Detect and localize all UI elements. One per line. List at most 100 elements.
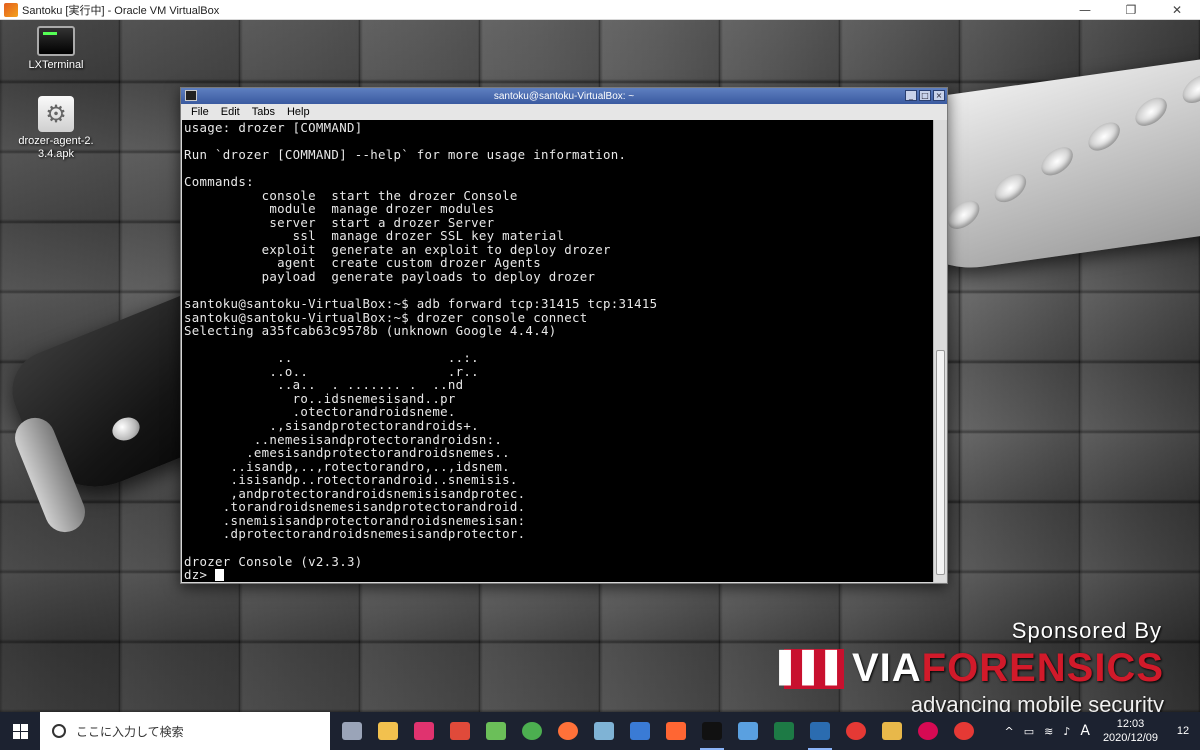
notification-center-button[interactable]: 12	[1166, 712, 1200, 750]
terminal-line: .torandroidsnemesisandprotectorandroid.	[184, 499, 526, 515]
terminal-titlebar[interactable]: santoku@santoku-VirtualBox: ~ _ □ ×	[181, 88, 947, 104]
notes-icon	[594, 722, 614, 740]
taskbar-search-box[interactable]: ここに入力して検索	[40, 712, 330, 750]
terminal-menubar: File Edit Tabs Help	[181, 104, 947, 120]
vbox-window-controls: — ❐ ✕	[1062, 0, 1200, 20]
sponsor-banner: Sponsored By ▌▌▌ VIA FORENSICS advancing …	[779, 618, 1164, 712]
app-oo-taskbar-button[interactable]	[946, 712, 982, 750]
terminal-line: ..o.. .r..	[184, 363, 479, 379]
minimize-button[interactable]: —	[1062, 0, 1108, 20]
chrome-taskbar-button[interactable]	[514, 712, 550, 750]
terminal-line: Selecting a35fcab63c9578b (unknown Googl…	[184, 323, 557, 339]
tray-chevron-icon[interactable]: ^	[999, 725, 1018, 738]
task-view-taskbar-button[interactable]	[334, 712, 370, 750]
restore-button[interactable]: ❐	[1108, 0, 1154, 20]
close-button[interactable]: ✕	[1154, 0, 1200, 20]
terminal-line: santoku@santoku-VirtualBox:~$ adb forwar…	[184, 296, 658, 312]
terminal-line: ro..idsnemesisand..pr	[184, 390, 456, 406]
wireshark-taskbar-button[interactable]	[622, 712, 658, 750]
terminal-title: santoku@santoku-VirtualBox: ~	[493, 90, 635, 102]
battery-icon[interactable]: ▭	[1019, 725, 1039, 738]
apk-gear-icon: ⚙	[38, 96, 74, 132]
app-red-sync-taskbar-button[interactable]	[442, 712, 478, 750]
app-red-circle-icon	[846, 722, 866, 740]
viaforensics-logo-icon: ▌▌▌	[779, 648, 849, 689]
terminal-line: ssl manage drozer SSL key material	[184, 228, 565, 244]
burp-taskbar-button[interactable]	[658, 712, 694, 750]
terminal-line: .. ..:.	[184, 350, 479, 366]
terminal-line: usage: drozer [COMMAND]	[184, 120, 363, 135]
vbox-titlebar: Santoku [実行中] - Oracle VM VirtualBox — ❐…	[0, 0, 1200, 20]
terminal-line: console start the drozer Console	[184, 187, 518, 203]
desktop-icon-lxterminal[interactable]: LXTerminal	[16, 26, 96, 72]
terminal-scrollbar[interactable]	[933, 120, 946, 582]
terminal-line: santoku@santoku-VirtualBox:~$ drozer con…	[184, 309, 588, 325]
terminal-prompt: dz>	[184, 567, 216, 582]
terminal-minimize-button[interactable]: _	[905, 90, 917, 101]
terminal-cursor	[215, 569, 225, 582]
start-button[interactable]	[0, 712, 40, 750]
burp-icon	[666, 722, 686, 740]
menu-file[interactable]: File	[185, 106, 215, 118]
terminal-line: ,andprotectorandroidsnemisisandprotec.	[184, 485, 526, 501]
terminal-text: usage: drozer [COMMAND] Run `drozer [COM…	[182, 120, 934, 582]
system-tray: ^ ▭ ≋ ♪ A 12:03 2020/12/09 12	[999, 712, 1200, 750]
brand-forensics: FORENSICS	[921, 646, 1164, 690]
firefox-taskbar-button[interactable]	[550, 712, 586, 750]
menu-help[interactable]: Help	[281, 106, 316, 118]
windows-taskbar: ここに入力して検索 ^ ▭ ≋ ♪ A 12:03 2020/12/09 12	[0, 712, 1200, 750]
terminal-close-button[interactable]: ×	[933, 90, 945, 101]
debian-taskbar-button[interactable]	[910, 712, 946, 750]
menu-tabs[interactable]: Tabs	[246, 106, 281, 118]
notification-count: 12	[1176, 725, 1190, 737]
desktop-icon-drozer-apk[interactable]: ⚙ drozer-agent-2.3.4.apk	[16, 96, 96, 161]
virtualbox-taskbar-button[interactable]	[802, 712, 838, 750]
desktop-icon-label: LXTerminal	[28, 59, 84, 71]
notes-taskbar-button[interactable]	[586, 712, 622, 750]
menu-edit[interactable]: Edit	[215, 106, 246, 118]
file-explorer-taskbar-button[interactable]	[370, 712, 406, 750]
firefox-icon	[558, 722, 578, 740]
terminal-line: .dprotectorandroidsnemesisandprotector.	[184, 526, 526, 542]
terminal-line: .,sisandprotectorandroids+.	[184, 418, 479, 434]
virtualbox-icon	[4, 2, 18, 17]
app-oo-icon	[954, 722, 974, 740]
terminal-line: exploit generate an exploit to deploy dr…	[184, 241, 611, 257]
ime-indicator[interactable]: A	[1075, 723, 1095, 739]
wifi-icon[interactable]: ≋	[1039, 725, 1058, 738]
terminal-line: payload generate payloads to deploy droz…	[184, 269, 596, 285]
terminal-line: agent create custom drozer Agents	[184, 255, 541, 271]
task-view-icon	[342, 722, 362, 740]
terminal-output[interactable]: usage: drozer [COMMAND] Run `drozer [COM…	[182, 120, 934, 582]
excel-taskbar-button[interactable]	[766, 712, 802, 750]
app-green-taskbar-button[interactable]	[478, 712, 514, 750]
desktop-icon-label: drozer-agent-2.3.4.apk	[18, 135, 94, 160]
remote-desktop-taskbar-button[interactable]	[730, 712, 766, 750]
terminal-window: santoku@santoku-VirtualBox: ~ _ □ × File…	[180, 87, 948, 584]
terminal-prompt-line[interactable]: dz>	[184, 568, 934, 582]
sponsor-by-text: Sponsored By	[1011, 618, 1162, 643]
terminal-scroll-thumb[interactable]	[936, 350, 945, 575]
terminal-line: module manage drozer modules	[184, 201, 495, 217]
app-red-circle-taskbar-button[interactable]	[838, 712, 874, 750]
terminal-line: ..nemesisandprotectorandroidsn:.	[184, 431, 503, 447]
terminal-app-taskbar-button[interactable]	[694, 712, 730, 750]
slack-taskbar-button[interactable]	[874, 712, 910, 750]
terminal-line: .otectorandroidsneme.	[184, 404, 456, 420]
terminal-maximize-button[interactable]: □	[919, 90, 931, 101]
chrome-icon	[522, 722, 542, 740]
terminal-app-icon	[702, 722, 722, 740]
wireshark-icon	[630, 722, 650, 740]
excel-icon	[774, 722, 794, 740]
terminal-line: drozer Console (v2.3.3)	[184, 553, 363, 569]
taskbar-clock[interactable]: 12:03 2020/12/09	[1095, 717, 1166, 745]
terminal-line: server start a drozer Server	[184, 214, 495, 230]
volume-icon[interactable]: ♪	[1058, 725, 1075, 738]
clock-time: 12:03	[1116, 718, 1145, 730]
app-pink-taskbar-button[interactable]	[406, 712, 442, 750]
